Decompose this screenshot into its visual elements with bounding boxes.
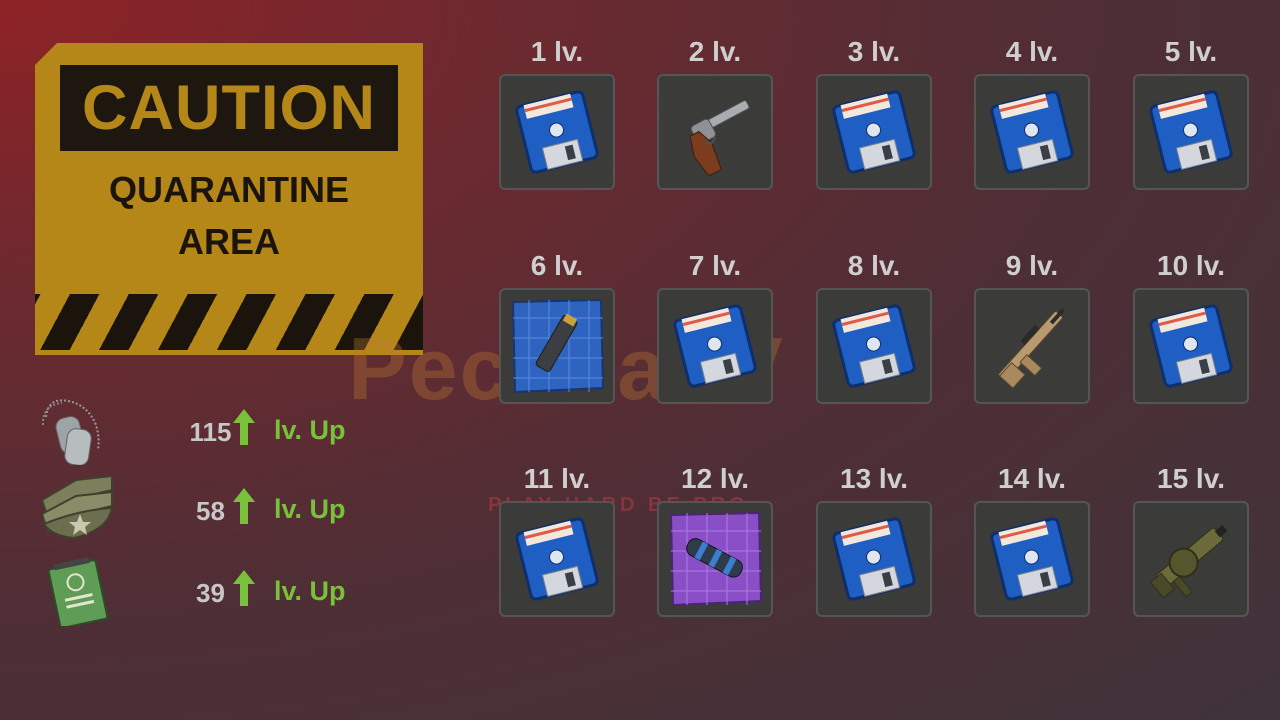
revolver-icon (689, 100, 750, 177)
level-label: 4 lv. (1005, 36, 1059, 67)
level-label: 5 lv. (1164, 36, 1218, 67)
floppy-disk-icon (831, 303, 917, 389)
reward-slot-5[interactable] (1133, 74, 1249, 190)
reward-slot-9[interactable] (974, 288, 1090, 404)
reward-slot-13[interactable] (816, 501, 932, 617)
reward-slot-4[interactable] (974, 74, 1090, 190)
level-label: 10 lv. (1157, 250, 1225, 281)
floppy-disk-icon (989, 89, 1075, 175)
floppy-disk-icon (514, 516, 600, 602)
stat-row-notebook: 39 lv. Up (38, 556, 378, 626)
caution-sign: CAUTION QUARANTINE AREA (35, 43, 423, 355)
level-label: 11 lv. (523, 463, 591, 494)
reward-slot-7[interactable] (657, 288, 773, 404)
stat-row-dog-tags: 115 lv. Up (38, 395, 378, 465)
level-label: 9 lv. (1005, 250, 1059, 281)
level-label: 2 lv. (688, 36, 742, 67)
level-up-label: lv. Up (274, 494, 346, 524)
reward-slot-12[interactable] (657, 501, 773, 617)
dog-tags-icon (41, 399, 100, 465)
caution-header: CAUTION (60, 65, 398, 151)
level-label: 13 lv. (840, 463, 908, 494)
level-label: 12 lv. (681, 463, 749, 494)
blueprint-magazine-icon (511, 298, 605, 394)
caution-title: CAUTION (82, 73, 376, 143)
caution-line-2: AREA (177, 221, 280, 262)
arrow-up-icon (233, 488, 255, 524)
floppy-disk-icon (1148, 89, 1234, 175)
reward-slot-11[interactable] (499, 501, 615, 617)
level-label: 7 lv. (688, 250, 742, 281)
caution-line-1: QUARANTINE (109, 169, 349, 210)
level-label: 14 lv. (998, 463, 1066, 494)
floppy-disk-icon (1148, 303, 1234, 389)
level-label: 1 lv. (530, 36, 584, 67)
reward-slot-14[interactable] (974, 501, 1090, 617)
floppy-disk-icon (831, 516, 917, 602)
floppy-disk-icon (831, 89, 917, 175)
level-label: 6 lv. (530, 250, 584, 281)
level-label: 8 lv. (847, 250, 901, 281)
level-up-label: lv. Up (274, 576, 346, 606)
blueprint-suppressor-icon (669, 511, 763, 607)
assault-rifle-icon (998, 308, 1065, 389)
reward-slot-6[interactable] (499, 288, 615, 404)
level-label: 3 lv. (847, 36, 901, 67)
reward-slot-8[interactable] (816, 288, 932, 404)
reward-slot-15[interactable] (1133, 501, 1249, 617)
reward-slot-3[interactable] (816, 74, 932, 190)
arrow-up-icon (233, 570, 255, 606)
notebook-icon (47, 557, 109, 626)
arrow-up-icon (233, 409, 255, 445)
sergeant-chevron-icon (40, 474, 114, 540)
reward-slot-10[interactable] (1133, 288, 1249, 404)
grenade-launcher-icon (1149, 524, 1228, 599)
floppy-disk-icon (989, 516, 1075, 602)
level-up-label: lv. Up (274, 415, 346, 445)
level-label: 15 lv. (1157, 463, 1225, 494)
floppy-disk-icon (514, 89, 600, 175)
floppy-disk-icon (672, 303, 758, 389)
stat-row-chevron: 58 lv. Up (38, 474, 378, 544)
reward-slot-1[interactable] (499, 74, 615, 190)
reward-slot-2[interactable] (657, 74, 773, 190)
